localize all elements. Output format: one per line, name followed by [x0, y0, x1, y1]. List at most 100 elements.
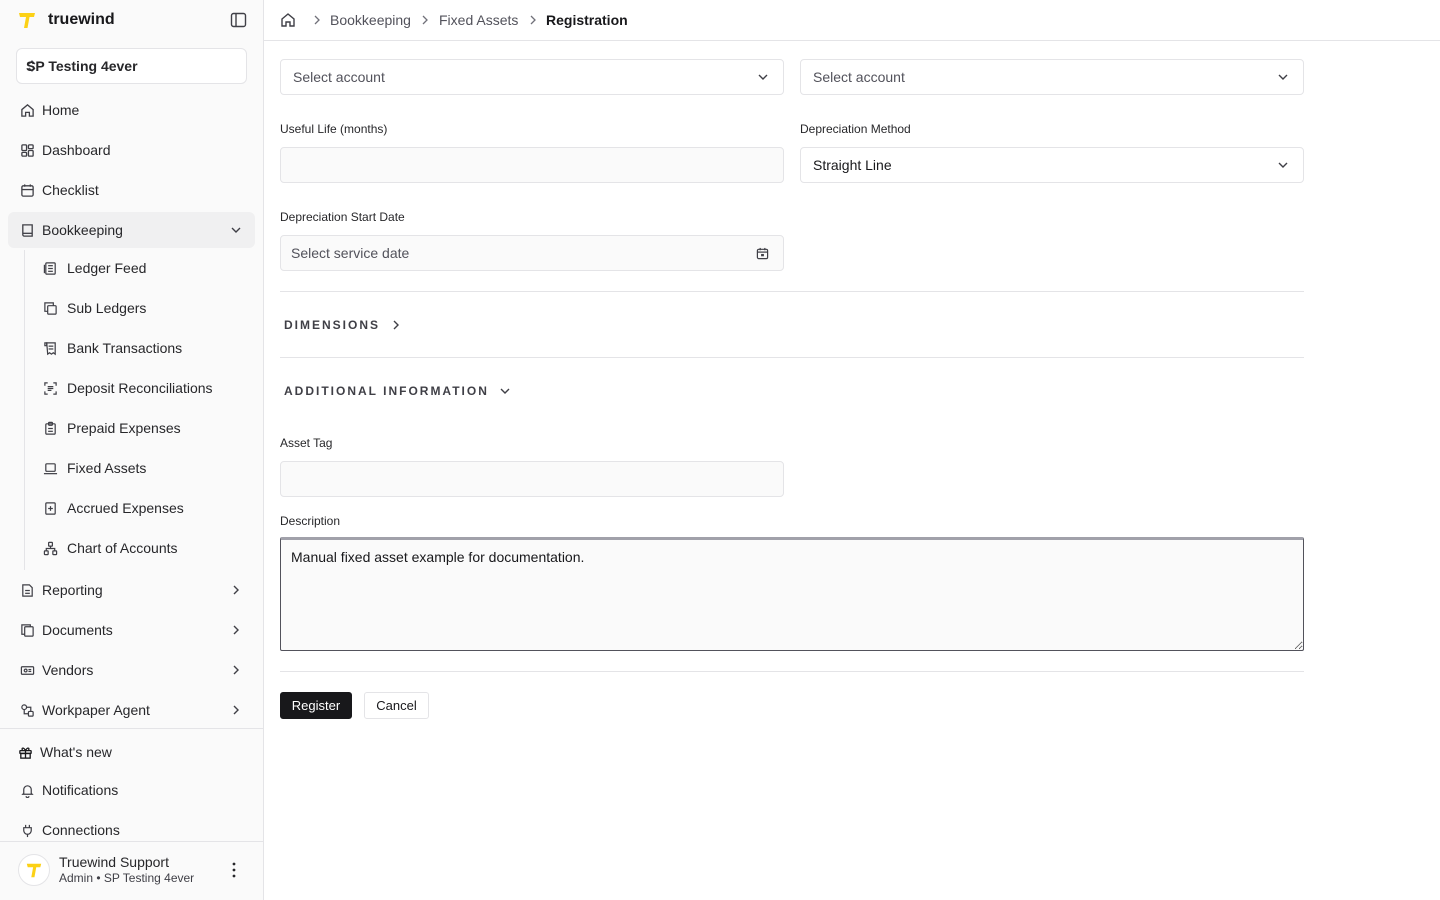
plug-icon — [19, 822, 35, 838]
asset-tag-label: Asset Tag — [280, 436, 333, 450]
workpaper-icon — [19, 702, 35, 718]
brand-name: truewind — [48, 11, 115, 28]
sidebar-subitem-sub-ledgers[interactable]: Sub Ledgers — [33, 291, 255, 325]
depreciation-method-select[interactable]: Straight Line — [800, 147, 1304, 183]
sidebar-item-label: Checklist — [42, 182, 99, 198]
chevron-down-icon — [1278, 162, 1288, 168]
copy-icon — [42, 300, 58, 316]
register-button[interactable]: Register — [280, 692, 352, 719]
sidebar-item-vendors[interactable]: Vendors — [8, 652, 255, 688]
documents-icon — [19, 622, 35, 638]
sidebar-item-home[interactable]: Home — [8, 92, 255, 128]
chevron-right-icon — [233, 705, 239, 715]
calendar-icon[interactable] — [756, 247, 769, 260]
additional-information-toggle[interactable]: ADDITIONAL INFORMATION — [284, 384, 511, 398]
sidebar-subitem-label: Chart of Accounts — [67, 540, 178, 556]
cancel-button[interactable]: Cancel — [364, 692, 429, 719]
sidebar-item-documents[interactable]: Documents — [8, 612, 255, 648]
breadcrumb-fixed-assets[interactable]: Fixed Assets — [439, 12, 518, 28]
sidebar-item-checklist[interactable]: Checklist — [8, 172, 255, 208]
sidebar-item-label: Documents — [42, 622, 113, 638]
depreciation-start-date-picker[interactable]: Select service date — [280, 235, 784, 271]
home-icon[interactable] — [280, 12, 296, 28]
chevron-right-icon — [314, 15, 320, 25]
sidebar-subitem-accrued-expenses[interactable]: Accrued Expenses — [33, 491, 255, 525]
bell-icon — [19, 782, 35, 798]
dimensions-toggle[interactable]: DIMENSIONS — [284, 318, 402, 332]
sidebar-toggle-icon[interactable] — [230, 12, 247, 28]
breadcrumb-bookkeeping[interactable]: Bookkeeping — [330, 12, 411, 28]
sidebar-subitem-label: Ledger Feed — [67, 260, 147, 276]
sidebar-subitem-ledger-feed[interactable]: Ledger Feed — [33, 251, 255, 285]
sidebar-subitem-deposit-reconciliations[interactable]: Deposit Reconciliations — [33, 371, 255, 405]
asset-tag-input[interactable] — [280, 461, 784, 497]
description-label: Description — [280, 514, 341, 528]
sidebar-subitem-label: Sub Ledgers — [67, 300, 147, 316]
book-icon — [19, 222, 35, 238]
scan-icon — [42, 380, 58, 396]
chevron-right-icon — [393, 320, 400, 330]
laptop-icon — [42, 460, 58, 476]
brand[interactable]: truewind — [16, 8, 115, 32]
sidebar-item-label: Reporting — [42, 582, 103, 598]
sidebar-item-label: What's new — [40, 744, 112, 760]
gift-icon — [17, 744, 33, 760]
dashboard-icon — [19, 142, 35, 158]
sidebar-item-label: Notifications — [42, 782, 119, 798]
sidebar-subitem-bank-transactions[interactable]: Bank Transactions — [33, 331, 255, 365]
sidebar-subitem-label: Prepaid Expenses — [67, 420, 181, 436]
account-select-2[interactable]: Select account — [800, 59, 1304, 95]
submenu-guide-line — [24, 250, 25, 570]
user-name: Truewind Support — [59, 854, 169, 871]
start-date-placeholder: Select service date — [291, 245, 410, 261]
sidebar-item-reporting[interactable]: Reporting — [8, 572, 255, 608]
receipt-icon — [42, 340, 58, 356]
section-divider — [280, 671, 1304, 672]
org-selector[interactable]: SP Testing 4ever — [16, 48, 247, 84]
depreciation-method-value: Straight Line — [813, 157, 892, 173]
vendors-icon — [19, 662, 35, 678]
chevron-right-icon — [530, 15, 536, 25]
chevron-down-icon — [758, 74, 768, 80]
sidebar-item-workpaper-agent[interactable]: Workpaper Agent — [8, 692, 255, 728]
sidebar-item-dashboard[interactable]: Dashboard — [8, 132, 255, 168]
sidebar-subitem-fixed-assets[interactable]: Fixed Assets — [33, 451, 255, 485]
sidebar-subitem-chart-of-accounts[interactable]: Chart of Accounts — [33, 531, 255, 565]
more-vertical-icon[interactable] — [230, 861, 238, 879]
description-textarea[interactable]: Manual fixed asset example for documenta… — [280, 537, 1304, 651]
chevron-down-icon — [231, 227, 241, 233]
sidebar-item-label: Home — [42, 102, 80, 118]
sidebar: truewind SP Testing 4ever Home Dashboard… — [0, 0, 264, 900]
dimensions-label: DIMENSIONS — [284, 318, 381, 332]
chevron-down-icon — [500, 388, 510, 394]
sidebar-subitem-label: Deposit Reconciliations — [67, 380, 213, 396]
avatar — [18, 854, 50, 886]
sidebar-item-label: Dashboard — [42, 142, 111, 158]
ledger-icon — [42, 260, 58, 276]
sidebar-item-connections[interactable]: Connections — [8, 812, 255, 848]
report-icon — [19, 582, 35, 598]
hierarchy-icon — [42, 540, 58, 556]
useful-life-input[interactable] — [280, 147, 784, 183]
breadcrumb-registration: Registration — [546, 12, 628, 28]
breadcrumb: Bookkeeping Fixed Assets Registration — [264, 0, 1440, 41]
sidebar-item-notifications[interactable]: Notifications — [8, 772, 255, 808]
plus-square-icon — [42, 500, 58, 516]
sidebar-subitem-label: Bank Transactions — [67, 340, 183, 356]
sidebar-item-label: Workpaper Agent — [42, 702, 150, 718]
org-name: SP Testing 4ever — [26, 58, 138, 74]
sidebar-item-bookkeeping[interactable]: Bookkeeping — [8, 212, 255, 248]
calendar-icon — [19, 182, 35, 198]
useful-life-label: Useful Life (months) — [280, 122, 388, 136]
sidebar-subitem-label: Fixed Assets — [67, 460, 147, 476]
user-profile[interactable]: Truewind Support Admin • SP Testing 4eve… — [18, 852, 248, 888]
sidebar-item-label: Vendors — [42, 662, 94, 678]
sidebar-item-whats-new[interactable]: What's new — [8, 734, 255, 770]
chevron-right-icon — [422, 15, 428, 25]
additional-information-label: ADDITIONAL INFORMATION — [284, 384, 489, 398]
sidebar-subitem-prepaid-expenses[interactable]: Prepaid Expenses — [33, 411, 255, 445]
account-select-1[interactable]: Select account — [280, 59, 784, 95]
sidebar-divider — [0, 841, 263, 842]
home-icon — [19, 102, 35, 118]
chevron-right-icon — [233, 665, 239, 675]
